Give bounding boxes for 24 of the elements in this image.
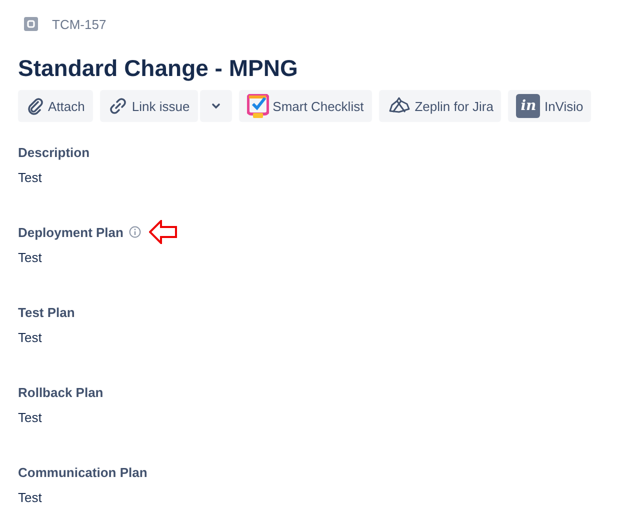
field-value: Test xyxy=(18,330,43,345)
field-label: Test Plan xyxy=(18,304,75,320)
field-label: Deployment Plan xyxy=(18,224,124,240)
link-issue-button[interactable]: Link issue xyxy=(100,90,198,122)
chevron-down-icon xyxy=(210,101,221,111)
issue-type-icon xyxy=(24,17,38,31)
field-label: Communication Plan xyxy=(18,464,148,480)
field-value: Test xyxy=(18,170,43,185)
info-icon[interactable] xyxy=(129,226,142,238)
paperclip-icon xyxy=(26,97,44,115)
field-label: Description xyxy=(18,144,90,160)
field-label: Rollback Plan xyxy=(18,384,104,400)
arrow-icon xyxy=(149,220,178,244)
field-value: Test xyxy=(18,410,43,425)
smart-checklist-button[interactable]: Smart Checklist xyxy=(238,90,372,122)
attach-button[interactable]: Attach xyxy=(18,90,93,122)
zeplin-button[interactable]: Zeplin for Jira xyxy=(378,90,502,122)
issue-title: Standard Change - MPNG xyxy=(18,54,299,82)
issue-key-link[interactable]: TCM-157 xyxy=(52,16,106,32)
link-icon xyxy=(108,96,128,116)
field-value: Test xyxy=(18,250,43,265)
checklist-icon xyxy=(246,94,269,118)
invision-button[interactable]: in InVisio xyxy=(508,90,592,122)
field-value: Test xyxy=(18,490,43,505)
